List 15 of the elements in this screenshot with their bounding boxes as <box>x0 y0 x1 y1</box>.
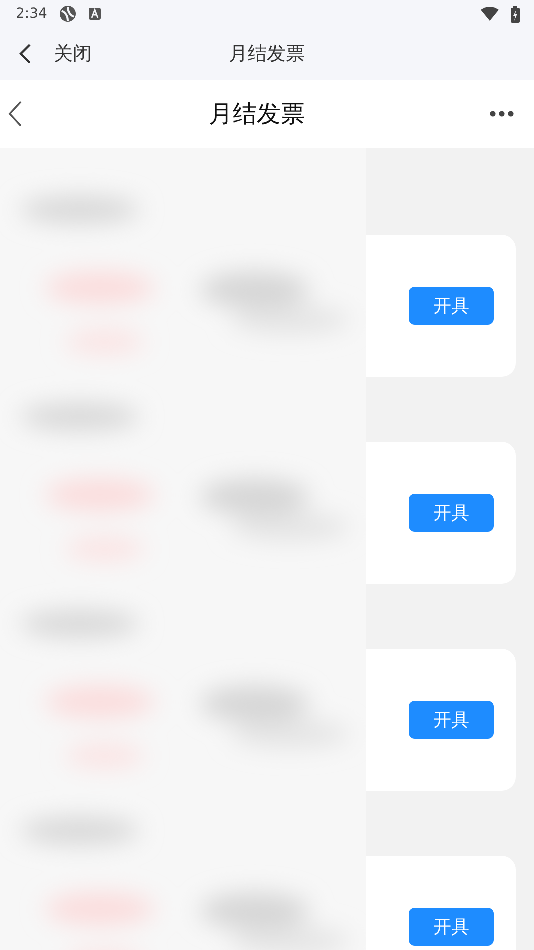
battery-icon <box>511 6 520 22</box>
status-time: 2:34 <box>16 6 48 22</box>
issue-button[interactable]: 开具 <box>409 908 494 946</box>
globe-icon <box>59 5 78 23</box>
more-icon[interactable] <box>490 111 514 117</box>
wifi-icon <box>481 7 499 21</box>
back-icon[interactable] <box>8 101 24 127</box>
webview-title: 月结发票 <box>229 42 305 67</box>
page-title: 月结发票 <box>209 99 305 130</box>
issue-button[interactable]: 开具 <box>409 494 494 532</box>
back-icon[interactable] <box>18 43 32 65</box>
issue-button[interactable]: 开具 <box>409 701 494 739</box>
issue-button[interactable]: 开具 <box>409 287 494 325</box>
close-link[interactable]: 关闭 <box>54 41 92 67</box>
app-notification-icon <box>89 8 102 20</box>
